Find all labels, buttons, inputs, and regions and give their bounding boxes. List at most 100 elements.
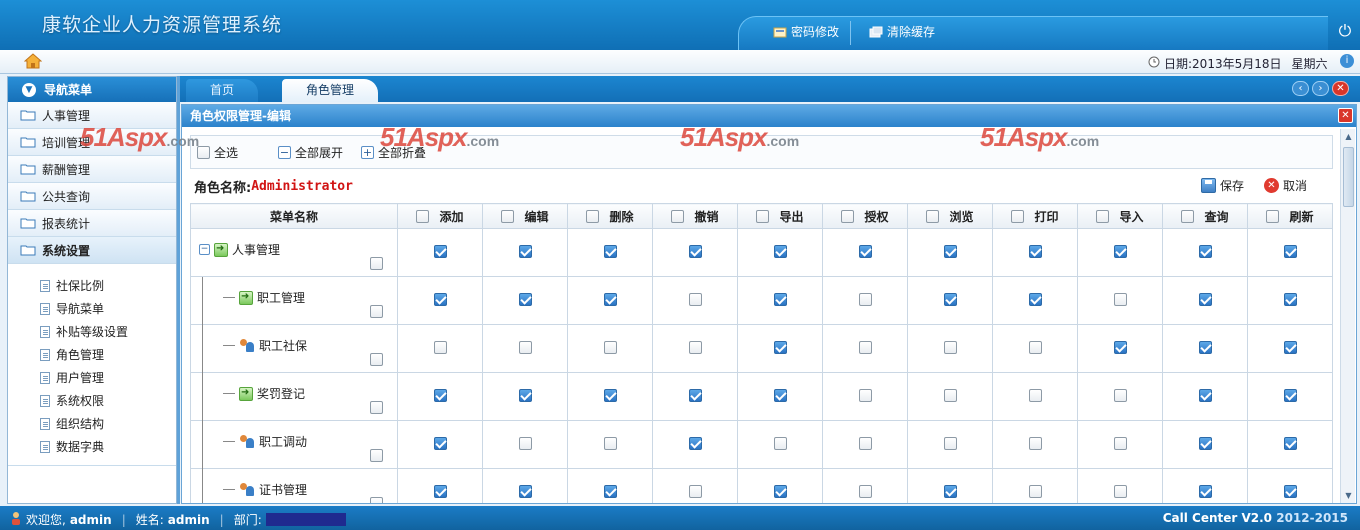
permission-checkbox[interactable] bbox=[858, 484, 872, 498]
permission-checkbox[interactable] bbox=[858, 436, 872, 450]
close-icon[interactable]: ✕ bbox=[1338, 108, 1353, 123]
permission-checkbox[interactable] bbox=[1198, 436, 1212, 450]
sidebar-item-reports[interactable]: 报表统计 bbox=[8, 210, 176, 237]
permission-checkbox[interactable] bbox=[1198, 340, 1212, 354]
home-icon[interactable] bbox=[23, 53, 43, 69]
permission-checkbox[interactable] bbox=[943, 292, 957, 306]
permission-checkbox[interactable] bbox=[1028, 292, 1042, 306]
scroll-down-icon[interactable]: ▼ bbox=[1342, 489, 1355, 502]
permission-checkbox[interactable] bbox=[1113, 244, 1127, 258]
info-icon[interactable]: i bbox=[1340, 54, 1354, 68]
tree-node[interactable]: 职工管理 bbox=[223, 289, 305, 306]
column-select-checkbox[interactable] bbox=[841, 209, 855, 223]
permission-checkbox[interactable] bbox=[688, 292, 702, 306]
permission-checkbox[interactable] bbox=[943, 484, 957, 498]
tree-node[interactable]: 奖罚登记 bbox=[223, 385, 305, 402]
tree-collapse-icon[interactable]: − bbox=[199, 244, 210, 255]
tab-prev-button[interactable]: ‹ bbox=[1292, 81, 1309, 96]
permission-checkbox[interactable] bbox=[433, 436, 447, 450]
sidebar-item-system-settings[interactable]: 系统设置 bbox=[8, 237, 176, 264]
permission-checkbox[interactable] bbox=[943, 340, 957, 354]
permission-checkbox[interactable] bbox=[773, 292, 787, 306]
permission-checkbox[interactable] bbox=[518, 340, 532, 354]
permission-checkbox[interactable] bbox=[518, 436, 532, 450]
row-select-checkbox[interactable] bbox=[370, 257, 383, 270]
tree-node[interactable]: − 人事管理 bbox=[199, 241, 280, 258]
permission-checkbox[interactable] bbox=[433, 340, 447, 354]
permission-checkbox[interactable] bbox=[603, 436, 617, 450]
submenu-item-data-dictionary[interactable]: 数据字典 bbox=[40, 435, 176, 458]
tree-node[interactable]: 职工调动 bbox=[223, 433, 307, 450]
permission-checkbox[interactable] bbox=[688, 388, 702, 402]
permission-checkbox[interactable] bbox=[943, 388, 957, 402]
permission-checkbox[interactable] bbox=[603, 292, 617, 306]
vertical-scrollbar[interactable]: ▲ ▼ bbox=[1340, 129, 1355, 503]
permission-checkbox[interactable] bbox=[518, 388, 532, 402]
column-select-checkbox[interactable] bbox=[671, 209, 685, 223]
tree-node[interactable]: 职工社保 bbox=[223, 337, 307, 354]
row-select-checkbox[interactable] bbox=[370, 305, 383, 318]
permission-checkbox[interactable] bbox=[943, 436, 957, 450]
permission-checkbox[interactable] bbox=[1198, 244, 1212, 258]
permission-checkbox[interactable] bbox=[858, 244, 872, 258]
submenu-item-org-structure[interactable]: 组织结构 bbox=[40, 412, 176, 435]
permission-checkbox[interactable] bbox=[1113, 340, 1127, 354]
permission-checkbox[interactable] bbox=[1283, 292, 1297, 306]
submenu-item-nav-menu[interactable]: 导航菜单 bbox=[40, 297, 176, 320]
column-select-checkbox[interactable] bbox=[926, 209, 940, 223]
permission-checkbox[interactable] bbox=[1028, 436, 1042, 450]
sidebar-item-training[interactable]: 培训管理 bbox=[8, 129, 176, 156]
sidebar-item-query[interactable]: 公共查询 bbox=[8, 183, 176, 210]
permission-checkbox[interactable] bbox=[518, 484, 532, 498]
permission-checkbox[interactable] bbox=[688, 340, 702, 354]
permission-checkbox[interactable] bbox=[433, 292, 447, 306]
row-select-checkbox[interactable] bbox=[370, 401, 383, 414]
tab-role-management[interactable]: 角色管理 bbox=[282, 79, 379, 102]
permission-checkbox[interactable] bbox=[1198, 388, 1212, 402]
permission-checkbox[interactable] bbox=[1283, 388, 1297, 402]
permission-checkbox[interactable] bbox=[1198, 292, 1212, 306]
scrollbar-thumb[interactable] bbox=[1343, 147, 1354, 207]
submenu-item-role-management[interactable]: 角色管理 bbox=[40, 343, 176, 366]
permission-checkbox[interactable] bbox=[773, 340, 787, 354]
permission-checkbox[interactable] bbox=[773, 436, 787, 450]
submenu-item-user-management[interactable]: 用户管理 bbox=[40, 366, 176, 389]
submenu-item-subsidy-level[interactable]: 补贴等级设置 bbox=[40, 320, 176, 343]
save-button[interactable]: 保存 bbox=[1201, 177, 1244, 194]
permission-checkbox[interactable] bbox=[1113, 388, 1127, 402]
permission-checkbox[interactable] bbox=[1113, 436, 1127, 450]
sidebar-item-personnel[interactable]: 人事管理 bbox=[8, 102, 176, 129]
permission-checkbox[interactable] bbox=[1283, 340, 1297, 354]
permission-checkbox[interactable] bbox=[1113, 292, 1127, 306]
column-select-checkbox[interactable] bbox=[756, 209, 770, 223]
sidebar-item-salary[interactable]: 薪酬管理 bbox=[8, 156, 176, 183]
permission-checkbox[interactable] bbox=[688, 484, 702, 498]
permission-checkbox[interactable] bbox=[603, 484, 617, 498]
expand-all-button[interactable]: − 全部展开 bbox=[278, 144, 343, 161]
permission-checkbox[interactable] bbox=[858, 388, 872, 402]
permission-checkbox[interactable] bbox=[773, 388, 787, 402]
permission-checkbox[interactable] bbox=[688, 436, 702, 450]
close-all-tabs-button[interactable]: ✕ bbox=[1332, 81, 1349, 96]
chevron-down-icon[interactable]: ▼ bbox=[22, 82, 36, 97]
column-select-checkbox[interactable] bbox=[1266, 209, 1280, 223]
permission-checkbox[interactable] bbox=[1028, 388, 1042, 402]
permission-checkbox[interactable] bbox=[518, 244, 532, 258]
permission-checkbox[interactable] bbox=[688, 244, 702, 258]
permission-checkbox[interactable] bbox=[943, 244, 957, 258]
permission-checkbox[interactable] bbox=[1028, 244, 1042, 258]
permission-checkbox[interactable] bbox=[858, 340, 872, 354]
column-select-checkbox[interactable] bbox=[1011, 209, 1025, 223]
permission-checkbox[interactable] bbox=[1028, 340, 1042, 354]
sidebar-splitter[interactable] bbox=[177, 76, 180, 504]
collapse-all-button[interactable]: + 全部折叠 bbox=[361, 144, 426, 161]
row-select-checkbox[interactable] bbox=[370, 497, 383, 503]
clear-cache-button[interactable]: 清除缓存 bbox=[869, 23, 935, 40]
column-select-checkbox[interactable] bbox=[586, 209, 600, 223]
column-select-checkbox[interactable] bbox=[416, 209, 430, 223]
permission-checkbox[interactable] bbox=[603, 340, 617, 354]
tab-next-button[interactable]: › bbox=[1312, 81, 1329, 96]
column-select-checkbox[interactable] bbox=[501, 209, 515, 223]
scroll-up-icon[interactable]: ▲ bbox=[1342, 130, 1355, 143]
select-all-checkbox[interactable]: 全选 bbox=[197, 144, 238, 161]
